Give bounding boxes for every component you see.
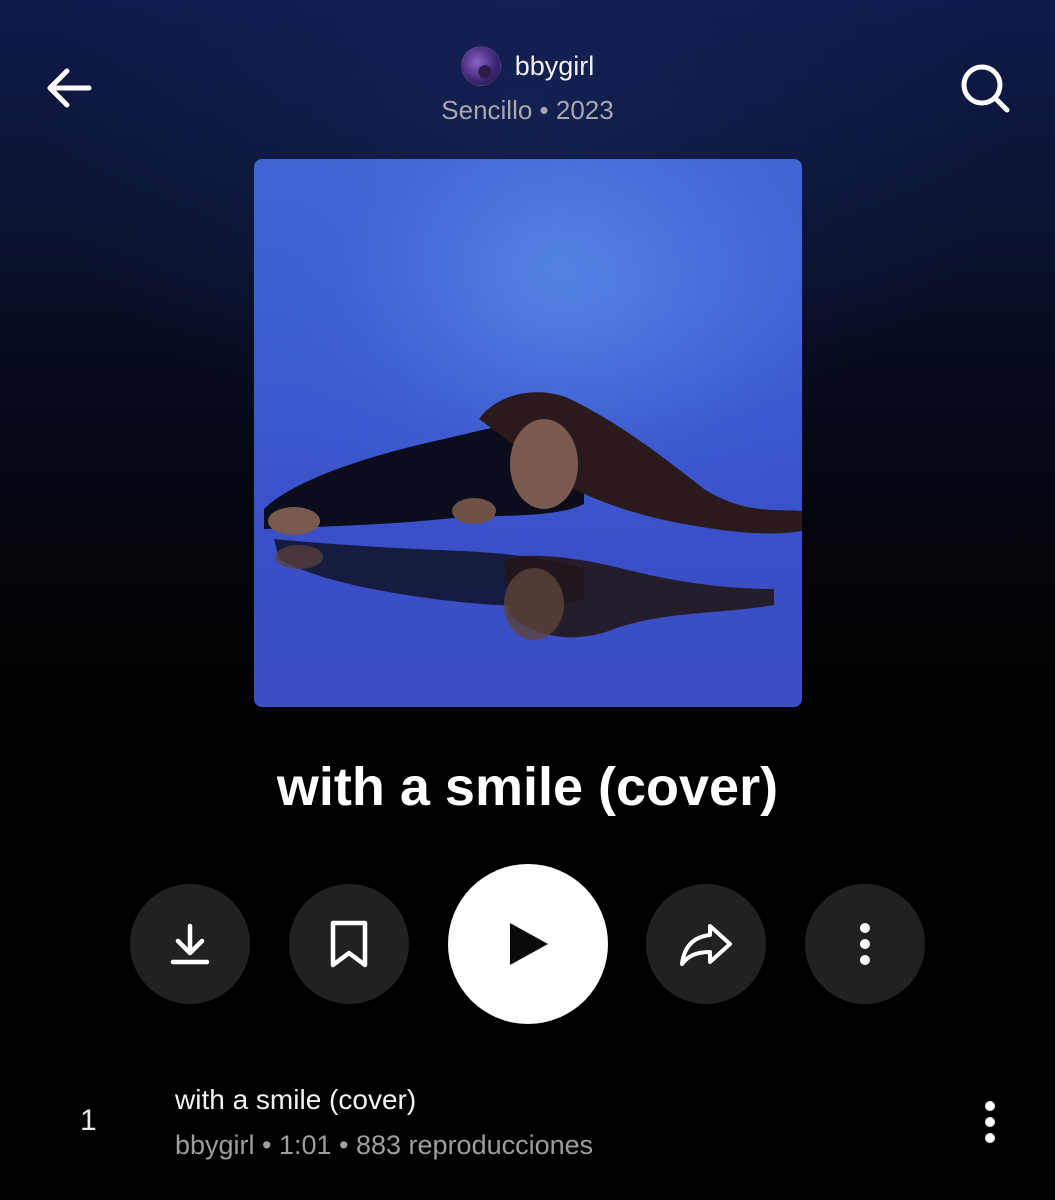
album-cover-art	[254, 159, 802, 707]
search-icon	[961, 64, 1010, 113]
bookmark-icon	[330, 920, 368, 968]
play-icon	[510, 923, 548, 965]
track-number: 1	[80, 1104, 97, 1137]
more-vertical-icon	[985, 1101, 995, 1143]
play-button[interactable]	[448, 864, 608, 1024]
share-icon	[680, 924, 732, 966]
share-button[interactable]	[646, 884, 766, 1004]
track-meta: bbygirl • 1:01 • 883 reproducciones	[175, 1130, 594, 1160]
save-to-library-button[interactable]	[289, 884, 409, 1004]
track-title: with a smile (cover)	[175, 1084, 417, 1115]
artist-avatar	[460, 46, 501, 86]
download-button[interactable]	[130, 884, 250, 1004]
more-vertical-icon	[860, 923, 870, 965]
search-button[interactable]	[949, 52, 1021, 124]
header-meta: bbygirl Sencillo • 2023	[0, 44, 1055, 126]
track-row[interactable]: 1 with a smile (cover) bbygirl • 1:01 • …	[0, 1070, 1055, 1180]
release-subtitle: Sencillo • 2023	[441, 95, 614, 125]
artist-name: bbygirl	[514, 50, 595, 81]
artist-link[interactable]: bbygirl	[460, 44, 595, 88]
album-title: with a smile (cover)	[276, 757, 779, 817]
download-icon	[170, 923, 210, 965]
track-more-options-button[interactable]	[960, 1092, 1020, 1152]
cover-photo	[254, 159, 802, 707]
more-options-button[interactable]	[805, 884, 925, 1004]
